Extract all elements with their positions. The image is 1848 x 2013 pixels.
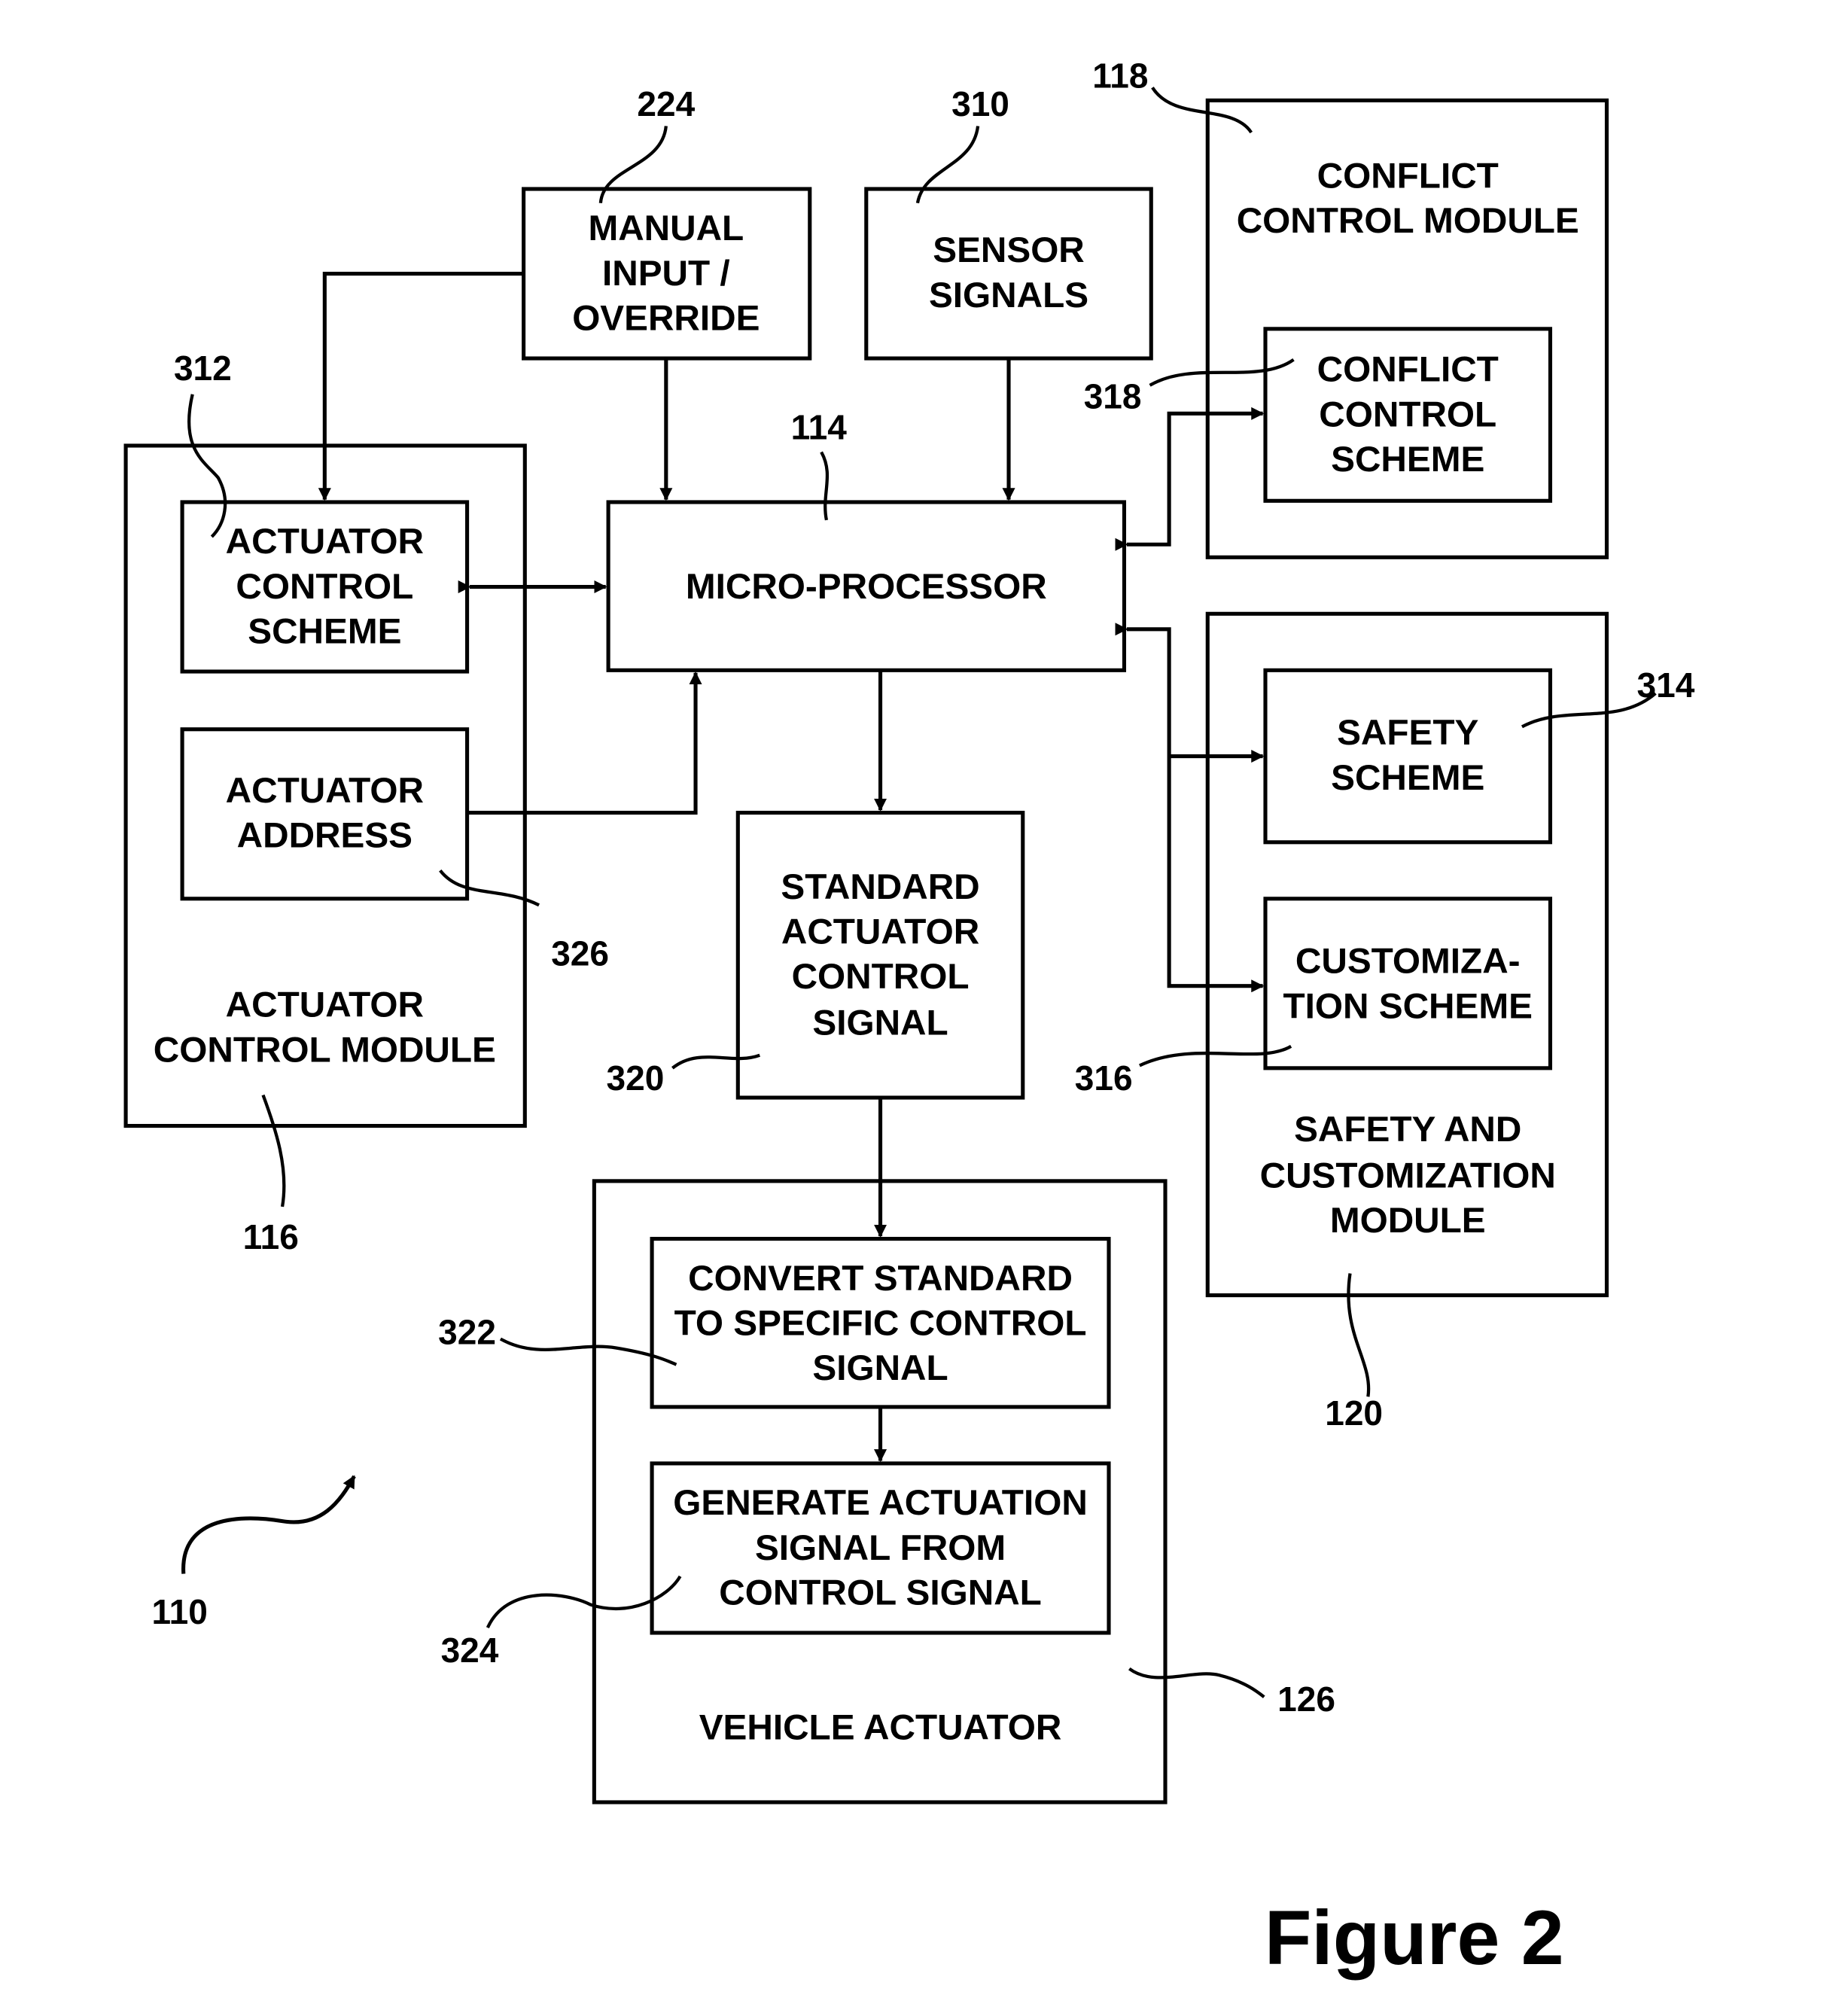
ref-114: 114 xyxy=(791,407,848,446)
ref-322: 322 xyxy=(438,1312,496,1351)
svg-text:SIGNAL FROM: SIGNAL FROM xyxy=(755,1528,1006,1568)
svg-text:SIGNAL: SIGNAL xyxy=(812,1348,948,1388)
microprocessor-label: MICRO-PROCESSOR xyxy=(686,567,1047,607)
ref-318: 318 xyxy=(1084,377,1142,416)
svg-text:SCHEME: SCHEME xyxy=(248,612,401,652)
svg-text:ACTUATOR: ACTUATOR xyxy=(226,985,424,1025)
svg-text:ADDRESS: ADDRESS xyxy=(237,816,413,856)
ref-316: 316 xyxy=(1075,1058,1133,1098)
svg-text:SAFETY AND: SAFETY AND xyxy=(1294,1110,1521,1150)
svg-text:CONTROL: CONTROL xyxy=(792,957,970,997)
svg-text:CONTROL MODULE: CONTROL MODULE xyxy=(1237,201,1579,241)
ref-326: 326 xyxy=(551,933,609,973)
actuator-address-block xyxy=(180,727,470,901)
ref-110: 110 xyxy=(152,1592,208,1631)
svg-text:SCHEME: SCHEME xyxy=(1331,440,1484,480)
svg-text:SCHEME: SCHEME xyxy=(1331,758,1484,798)
standard-actuator-signal-block xyxy=(735,811,1025,1100)
svg-text:MODULE: MODULE xyxy=(1330,1201,1486,1241)
sensor-signals-block xyxy=(864,187,1153,361)
svg-text:MANUAL: MANUAL xyxy=(588,209,744,248)
svg-text:CONFLICT: CONFLICT xyxy=(1317,156,1499,196)
svg-text:ACTUATOR: ACTUATOR xyxy=(226,522,424,562)
svg-text:SENSOR: SENSOR xyxy=(933,230,1085,270)
svg-text:CONVERT STANDARD: CONVERT STANDARD xyxy=(688,1259,1073,1299)
svg-text:CONTROL: CONTROL xyxy=(1319,394,1496,434)
conflict-scheme-label: CONFLICT CONTROL SCHEME xyxy=(1317,350,1499,480)
svg-text:SAFETY: SAFETY xyxy=(1337,713,1478,753)
ref-320: 320 xyxy=(607,1058,665,1098)
svg-text:OVERRIDE: OVERRIDE xyxy=(572,299,760,339)
svg-text:INPUT /: INPUT / xyxy=(602,254,730,294)
svg-text:CUSTOMIZA-: CUSTOMIZA- xyxy=(1295,942,1521,982)
system-110-pointer-arrow xyxy=(181,1475,356,1574)
svg-text:CONTROL SIGNAL: CONTROL SIGNAL xyxy=(719,1573,1042,1613)
ref-116: 116 xyxy=(243,1217,299,1256)
svg-text:MICRO-PROCESSOR: MICRO-PROCESSOR xyxy=(686,567,1047,607)
svg-text:CONTROL MODULE: CONTROL MODULE xyxy=(154,1030,496,1070)
safety-scheme-block xyxy=(1263,668,1553,845)
svg-text:SIGNALS: SIGNALS xyxy=(929,276,1088,315)
svg-text:ACTUATOR: ACTUATOR xyxy=(781,912,979,952)
svg-text:STANDARD: STANDARD xyxy=(781,867,979,907)
svg-text:SIGNAL: SIGNAL xyxy=(812,1003,948,1043)
ref-312: 312 xyxy=(174,349,232,388)
svg-text:CONTROL: CONTROL xyxy=(236,567,413,607)
block-diagram: 224 310 118 318 312 114 326 314 316 320 … xyxy=(123,56,1695,1981)
vehicle-actuator-label: VEHICLE ACTUATOR xyxy=(699,1707,1062,1747)
ref-118: 118 xyxy=(1092,56,1148,95)
svg-text:CONFLICT: CONFLICT xyxy=(1317,350,1499,390)
svg-text:ACTUATOR: ACTUATOR xyxy=(226,771,424,811)
svg-text:TION SCHEME: TION SCHEME xyxy=(1283,986,1533,1026)
svg-text:TO SPECIFIC CONTROL: TO SPECIFIC CONTROL xyxy=(674,1303,1087,1343)
ref-310: 310 xyxy=(951,84,1009,123)
customization-scheme-block xyxy=(1263,897,1553,1070)
actuator-scheme-label: ACTUATOR CONTROL SCHEME xyxy=(226,522,424,651)
svg-text:VEHICLE ACTUATOR: VEHICLE ACTUATOR xyxy=(699,1707,1062,1747)
figure-title: Figure 2 xyxy=(1265,1894,1564,1981)
svg-text:CUSTOMIZATION: CUSTOMIZATION xyxy=(1260,1156,1556,1195)
ref-126: 126 xyxy=(1277,1680,1335,1719)
ref-120: 120 xyxy=(1325,1393,1383,1433)
svg-text:GENERATE ACTUATION: GENERATE ACTUATION xyxy=(673,1483,1088,1523)
ref-324: 324 xyxy=(441,1631,499,1670)
ref-314: 314 xyxy=(1637,665,1695,705)
ref-224: 224 xyxy=(637,84,695,123)
